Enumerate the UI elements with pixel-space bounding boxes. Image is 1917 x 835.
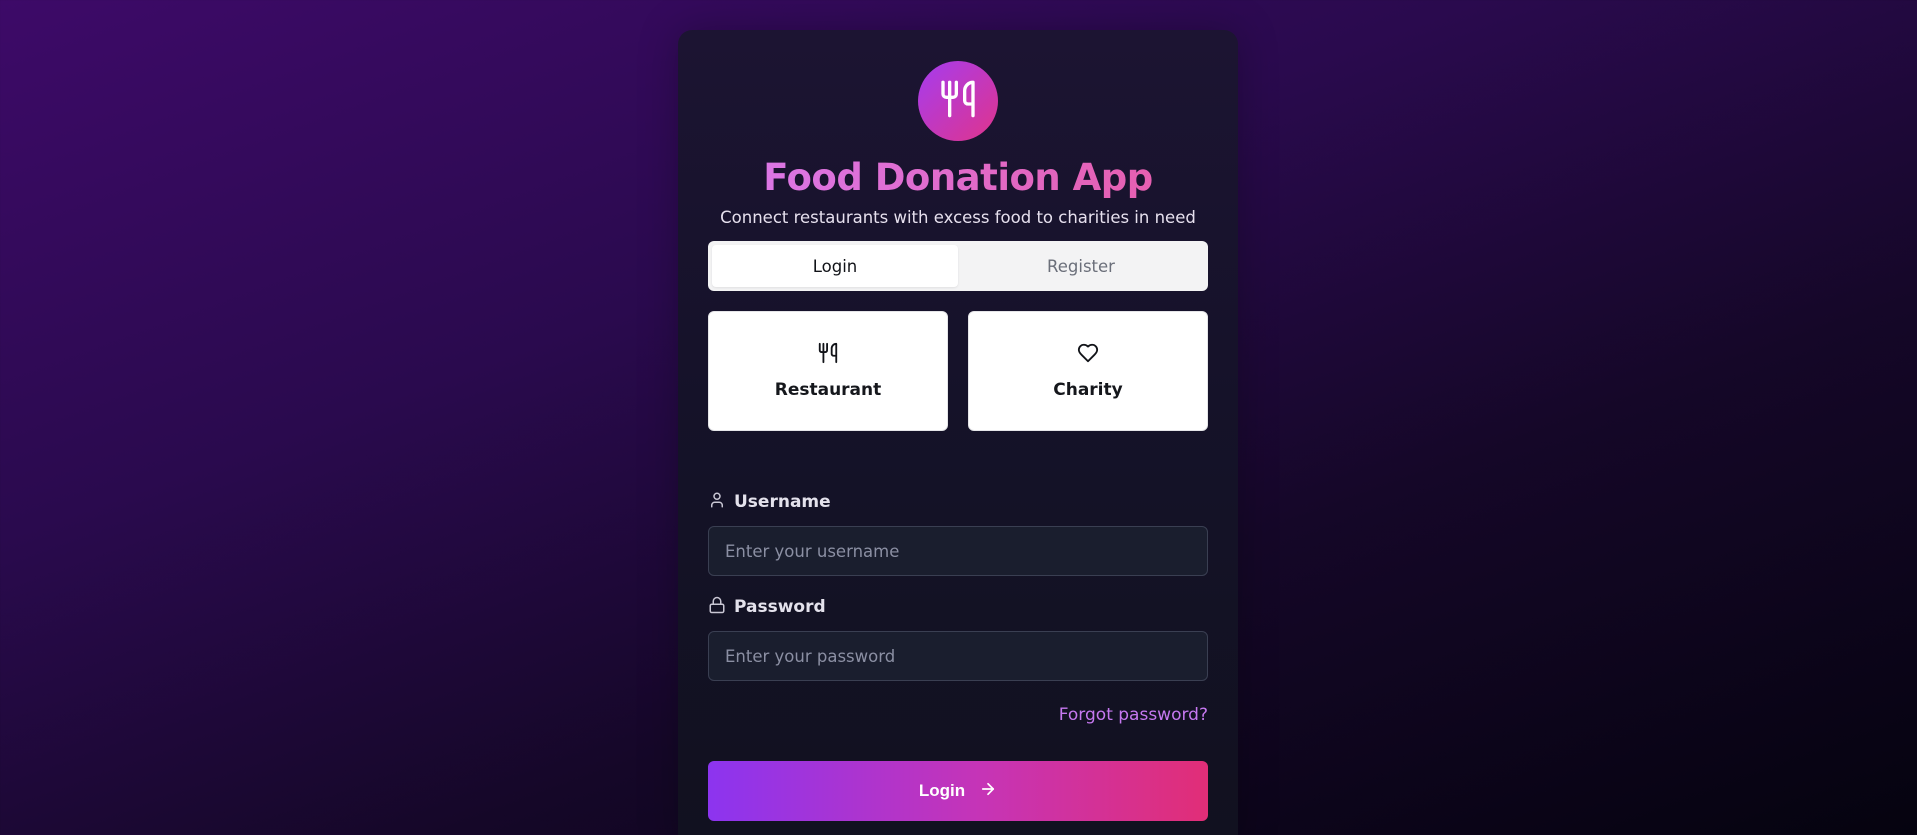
tab-register[interactable]: Register <box>958 245 1204 287</box>
role-selector: Restaurant Charity <box>708 311 1208 431</box>
username-label: Username <box>734 492 831 512</box>
password-label: Password <box>734 597 826 617</box>
login-card: Food Donation App Connect restaurants wi… <box>678 30 1238 835</box>
login-button-label: Login <box>918 781 966 800</box>
app-subtitle: Connect restaurants with excess food to … <box>720 208 1196 227</box>
role-charity-button[interactable]: Charity <box>968 311 1208 431</box>
utensils-icon <box>938 79 978 123</box>
tab-login[interactable]: Login <box>712 245 958 287</box>
user-icon <box>708 491 726 514</box>
auth-tabs: Login Register <box>708 241 1208 291</box>
role-charity-label: Charity <box>1053 380 1123 400</box>
heart-icon <box>1077 342 1099 368</box>
arrow-right-icon <box>979 780 997 803</box>
role-restaurant-button[interactable]: Restaurant <box>708 311 948 431</box>
app-title: Food Donation App <box>678 156 1238 199</box>
username-label-row: Username <box>708 490 1208 514</box>
password-label-row: Password <box>708 595 1208 619</box>
username-input[interactable] <box>708 526 1208 576</box>
password-input[interactable] <box>708 631 1208 681</box>
login-button[interactable]: Login <box>708 761 1208 821</box>
lock-icon <box>708 596 726 619</box>
utensils-icon <box>817 342 839 368</box>
role-restaurant-label: Restaurant <box>774 380 882 400</box>
app-logo <box>918 61 998 141</box>
forgot-password-link[interactable]: Forgot password? <box>708 705 1208 729</box>
